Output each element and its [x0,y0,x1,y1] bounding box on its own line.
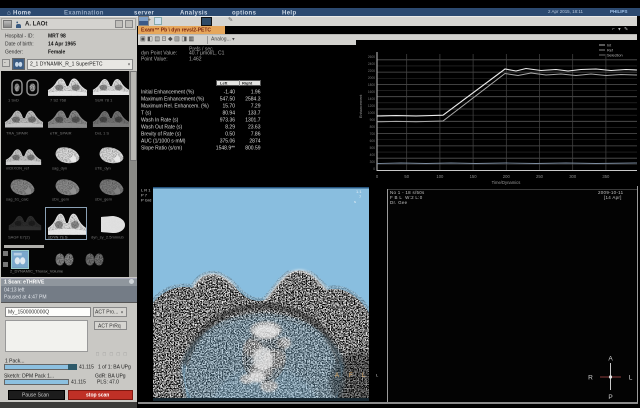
svg-text:2400: 2400 [368,62,375,66]
svg-text:1400: 1400 [368,97,375,101]
svg-text:300: 300 [569,174,577,179]
svg-text:700: 700 [370,132,376,136]
svg-text:A: A [608,356,613,363]
svg-text:600: 600 [370,139,376,143]
svg-text:150: 150 [470,174,478,179]
svg-text:R: R [588,375,593,382]
svg-text:2200: 2200 [368,69,375,73]
svg-text:1000: 1000 [368,111,375,115]
svg-text:F: F [349,373,353,379]
svg-text:300: 300 [370,160,376,164]
svg-text:P: P [608,394,612,401]
svg-text:1600: 1600 [368,90,375,94]
svg-text:100: 100 [436,174,444,179]
svg-text:350: 350 [602,174,610,179]
svg-text:900: 900 [370,118,376,122]
svg-text:50: 50 [404,174,409,179]
svg-text:1200: 1200 [368,104,375,108]
svg-text:1800: 1800 [368,83,375,87]
svg-text:Ref: Ref [607,48,614,52]
svg-text:2000: 2000 [368,76,375,80]
svg-text:500: 500 [370,146,376,150]
svg-text:0: 0 [373,167,375,171]
svg-text:200: 200 [503,174,511,179]
svg-text:800: 800 [370,125,376,129]
svg-text:250: 250 [536,174,544,179]
svg-text:400: 400 [370,153,376,157]
svg-text:Enhancement: Enhancement [359,94,363,118]
svg-text:Time/Dynamics: Time/Dynamics [492,180,521,185]
svg-text:Selection: Selection [607,53,623,57]
svg-text:s: s [354,199,356,204]
svg-text:2600: 2600 [368,55,375,59]
svg-text:A: A [335,373,339,379]
svg-text:L: L [629,375,633,382]
